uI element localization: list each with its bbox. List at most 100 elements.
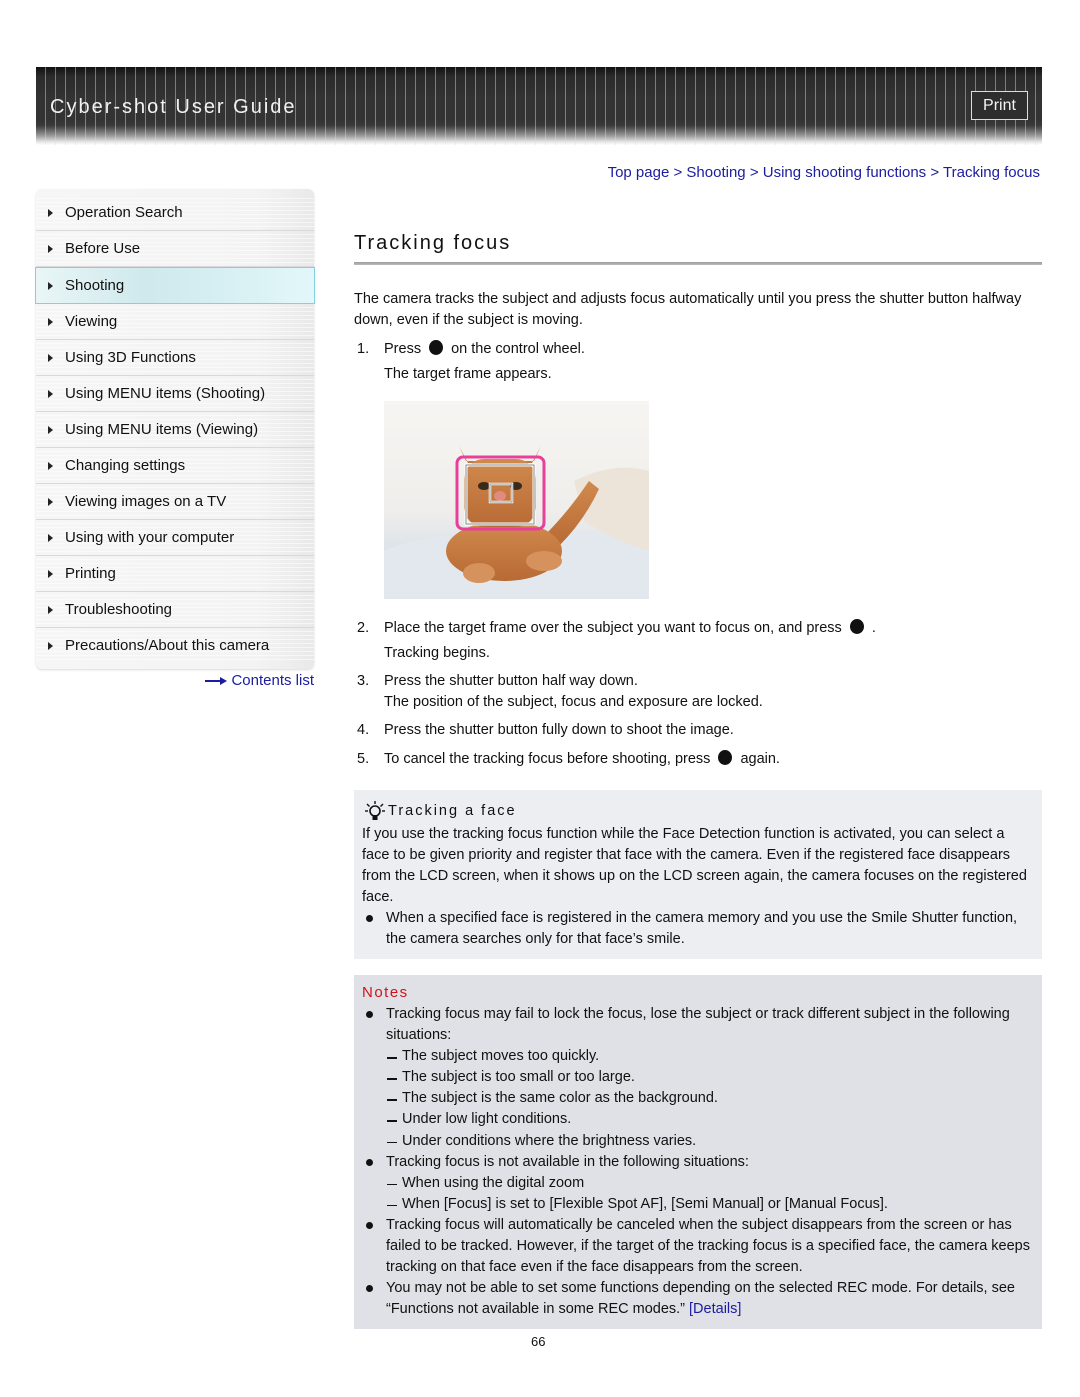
- step-text: .: [871, 620, 876, 636]
- sidebar-item-label: Operation Search: [65, 204, 183, 221]
- step-result: The target frame appears.: [384, 366, 552, 382]
- breadcrumb-using-shooting-functions[interactable]: Using shooting functions: [763, 164, 926, 181]
- sidebar-nav: Operation Search Before Use Shooting Vie…: [35, 189, 315, 669]
- breadcrumb-separator: >: [749, 164, 763, 181]
- sidebar-item-label: Troubleshooting: [65, 601, 173, 618]
- sidebar-item-label: Before Use: [65, 240, 141, 257]
- hint-bullet: When a specified face is registered in t…: [362, 908, 1034, 950]
- note-sub-item: Under low light conditions.: [362, 1109, 1034, 1130]
- step-text: Press the shutter button fully down to s…: [384, 722, 734, 738]
- sidebar-item-label: Viewing images on a TV: [65, 493, 227, 510]
- title-divider: [354, 262, 1042, 265]
- kitten-photo: [384, 401, 649, 599]
- sidebar-item-label: Using MENU items (Viewing): [65, 421, 259, 438]
- guide-title: Cyber-shot User Guide: [50, 96, 297, 118]
- center-button-icon: [718, 750, 733, 765]
- breadcrumb: Top page > Shooting > Using shooting fun…: [608, 164, 1040, 181]
- sidebar-item-label: Changing settings: [65, 457, 186, 474]
- note-item: You may not be able to set some function…: [362, 1278, 1034, 1320]
- triangle-right-icon: [48, 533, 53, 542]
- step-number: 3.: [357, 673, 370, 689]
- contents-list-label: Contents list: [231, 672, 314, 689]
- triangle-right-icon: [48, 425, 53, 434]
- note-sub-item: Under conditions where the brightness va…: [362, 1131, 1034, 1152]
- sidebar-item-viewing-on-tv[interactable]: Viewing images on a TV: [36, 484, 314, 520]
- center-button-icon: [849, 619, 864, 634]
- note-item: Tracking focus will automatically be can…: [362, 1215, 1034, 1278]
- arrow-right-icon: [205, 676, 228, 686]
- sidebar-item-viewing[interactable]: Viewing: [36, 304, 314, 340]
- notes-body: Tracking focus may fail to lock the focu…: [362, 1004, 1034, 1320]
- sidebar-item-changing-settings[interactable]: Changing settings: [36, 448, 314, 484]
- hint-body: If you use the tracking focus function w…: [362, 824, 1034, 950]
- sidebar-item-menu-viewing[interactable]: Using MENU items (Viewing): [36, 412, 314, 448]
- breadcrumb-shooting[interactable]: Shooting: [686, 164, 745, 181]
- sidebar-item-troubleshooting[interactable]: Troubleshooting: [36, 592, 314, 628]
- triangle-right-icon: [48, 605, 53, 614]
- step-2: 2. Place the target frame over the subjec…: [357, 618, 1037, 664]
- step-5: 5. To cancel the tracking focus before sh…: [357, 749, 1037, 770]
- sidebar-item-label: Printing: [65, 565, 116, 582]
- notes-heading: Notes: [362, 984, 409, 1001]
- step-number: 2.: [357, 620, 370, 636]
- intro-paragraph: The camera tracks the subject and adjust…: [354, 291, 1022, 328]
- note-item: Tracking focus may fail to lock the focu…: [362, 1004, 1034, 1046]
- hint-heading: Tracking a face: [364, 800, 517, 822]
- sidebar-item-label: Using with your computer: [65, 529, 235, 546]
- step-result: Tracking begins.: [384, 645, 490, 661]
- breadcrumb-top-page[interactable]: Top page: [608, 164, 670, 181]
- lightbulb-icon: [365, 801, 385, 820]
- sidebar-item-label: Using MENU items (Shooting): [65, 385, 266, 402]
- note-sub-item: When using the digital zoom: [362, 1173, 1034, 1194]
- step-number: 4.: [357, 722, 370, 738]
- step-4: 4. Press the shutter button fully down to…: [357, 720, 1037, 741]
- details-link[interactable]: [Details]: [689, 1301, 741, 1317]
- triangle-right-icon: [48, 353, 53, 362]
- sidebar-item-precautions[interactable]: Precautions/About this camera: [36, 628, 314, 663]
- hint-title: Tracking a face: [388, 803, 517, 819]
- sidebar-item-using-3d-functions[interactable]: Using 3D Functions: [36, 340, 314, 376]
- triangle-right-icon: [48, 641, 53, 650]
- step-text: Place the target frame over the subject …: [384, 620, 842, 636]
- triangle-right-icon: [48, 461, 53, 470]
- notes-box: Notes Tracking focus may fail to lock th…: [354, 975, 1042, 1329]
- step-number: 5.: [357, 751, 370, 767]
- triangle-right-icon: [48, 569, 53, 578]
- sidebar-item-label: Shooting: [65, 277, 125, 294]
- sidebar-item-using-computer[interactable]: Using with your computer: [36, 520, 314, 556]
- breadcrumb-separator: >: [673, 164, 687, 181]
- sidebar-item-menu-shooting[interactable]: Using MENU items (Shooting): [36, 376, 314, 412]
- sidebar-item-label: Viewing: [65, 313, 118, 330]
- kitten-paw: [463, 563, 495, 583]
- sidebar-item-label: Precautions/About this camera: [65, 637, 270, 654]
- kitten-nose: [494, 491, 506, 501]
- sidebar-item-label: Using 3D Functions: [65, 349, 196, 366]
- triangle-right-icon: [48, 497, 53, 506]
- sidebar-item-before-use[interactable]: Before Use: [36, 231, 314, 267]
- page-number: 66: [531, 1334, 546, 1349]
- hint-paragraph: If you use the tracking focus function w…: [362, 826, 1027, 905]
- step-1: 1. Press on the control wheel. The target …: [357, 339, 1037, 385]
- step-result: The position of the subject, focus and e…: [384, 694, 763, 710]
- print-button[interactable]: Print: [971, 91, 1028, 120]
- step-text: on the control wheel.: [451, 341, 585, 357]
- step-text: Press: [384, 341, 422, 357]
- note-sub-item: The subject moves too quickly.: [362, 1046, 1034, 1067]
- sidebar-item-shooting[interactable]: Shooting: [35, 267, 315, 304]
- sidebar-item-printing[interactable]: Printing: [36, 556, 314, 592]
- tracking-frame-illustration: [384, 401, 649, 599]
- kitten-eye: [478, 482, 490, 490]
- sidebar-item-operation-search[interactable]: Operation Search: [36, 195, 314, 231]
- step-text: again.: [740, 751, 780, 767]
- triangle-right-icon: [48, 244, 53, 253]
- triangle-right-icon: [48, 208, 53, 217]
- page-title: Tracking focus: [354, 232, 512, 254]
- step-3: 3. Press the shutter button half way down…: [357, 671, 1037, 713]
- center-button-icon: [429, 340, 444, 355]
- triangle-right-icon: [48, 281, 53, 290]
- contents-list-link[interactable]: Contents list: [200, 672, 314, 689]
- breadcrumb-tracking-focus[interactable]: Tracking focus: [943, 164, 1040, 181]
- step-text: To cancel the tracking focus before shoo…: [384, 751, 711, 767]
- hint-box: Tracking a face If you use the tracking …: [354, 790, 1042, 959]
- step-number: 1.: [357, 341, 370, 357]
